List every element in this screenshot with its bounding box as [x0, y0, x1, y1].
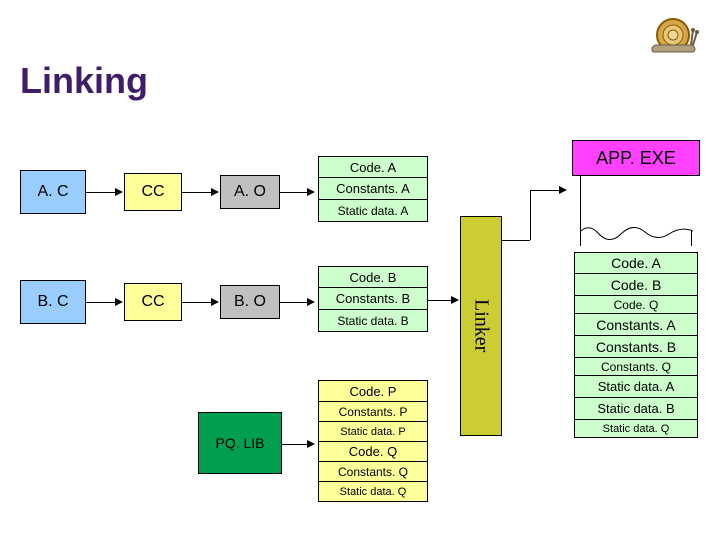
cell-static-q: Static data. Q: [318, 482, 428, 502]
final-const-a: Constants. A: [574, 314, 698, 336]
cell-const-b: Constants. B: [318, 288, 428, 310]
box-appexe: APP. EXE: [572, 140, 700, 176]
box-linker: Linker: [460, 216, 502, 436]
final-code-a: Code. A: [574, 252, 698, 274]
stack-ao: Code. A Constants. A Static data. A: [318, 156, 428, 222]
box-cc-2: CC: [124, 283, 182, 321]
box-cc-1: CC: [124, 173, 182, 211]
box-bo: B. O: [220, 285, 280, 319]
box-pqlib: PQ. LIB: [198, 412, 282, 474]
final-static-b: Static data. B: [574, 398, 698, 420]
cell-const-a: Constants. A: [318, 178, 428, 200]
stack-bo: Code. B Constants. B Static data. B: [318, 266, 428, 332]
cell-code-p: Code. P: [318, 380, 428, 402]
cell-const-q: Constants. Q: [318, 462, 428, 482]
stack-pq: Code. P Constants. P Static data. P Code…: [318, 380, 428, 502]
box-bc: B. C: [20, 280, 86, 324]
box-ao: A. O: [220, 175, 280, 209]
final-static-q: Static data. Q: [574, 420, 698, 438]
cell-code-q: Code. Q: [318, 442, 428, 462]
final-const-q: Constants. Q: [574, 358, 698, 376]
cell-static-a: Static data. A: [318, 200, 428, 222]
final-code-q: Code. Q: [574, 296, 698, 314]
cell-code-a: Code. A: [318, 156, 428, 178]
snail-icon: [645, 10, 705, 65]
final-static-a: Static data. A: [574, 376, 698, 398]
final-code-b: Code. B: [574, 274, 698, 296]
cell-code-b: Code. B: [318, 266, 428, 288]
torn-paper: [580, 176, 692, 246]
cell-const-p: Constants. P: [318, 402, 428, 422]
stack-final: Code. A Code. B Code. Q Constants. A Con…: [574, 252, 698, 438]
cell-static-p: Static data. P: [318, 422, 428, 442]
cell-static-b: Static data. B: [318, 310, 428, 332]
final-const-b: Constants. B: [574, 336, 698, 358]
page-title: Linking: [20, 60, 148, 102]
box-ac: A. C: [20, 170, 86, 214]
linker-label: Linker: [470, 299, 493, 352]
